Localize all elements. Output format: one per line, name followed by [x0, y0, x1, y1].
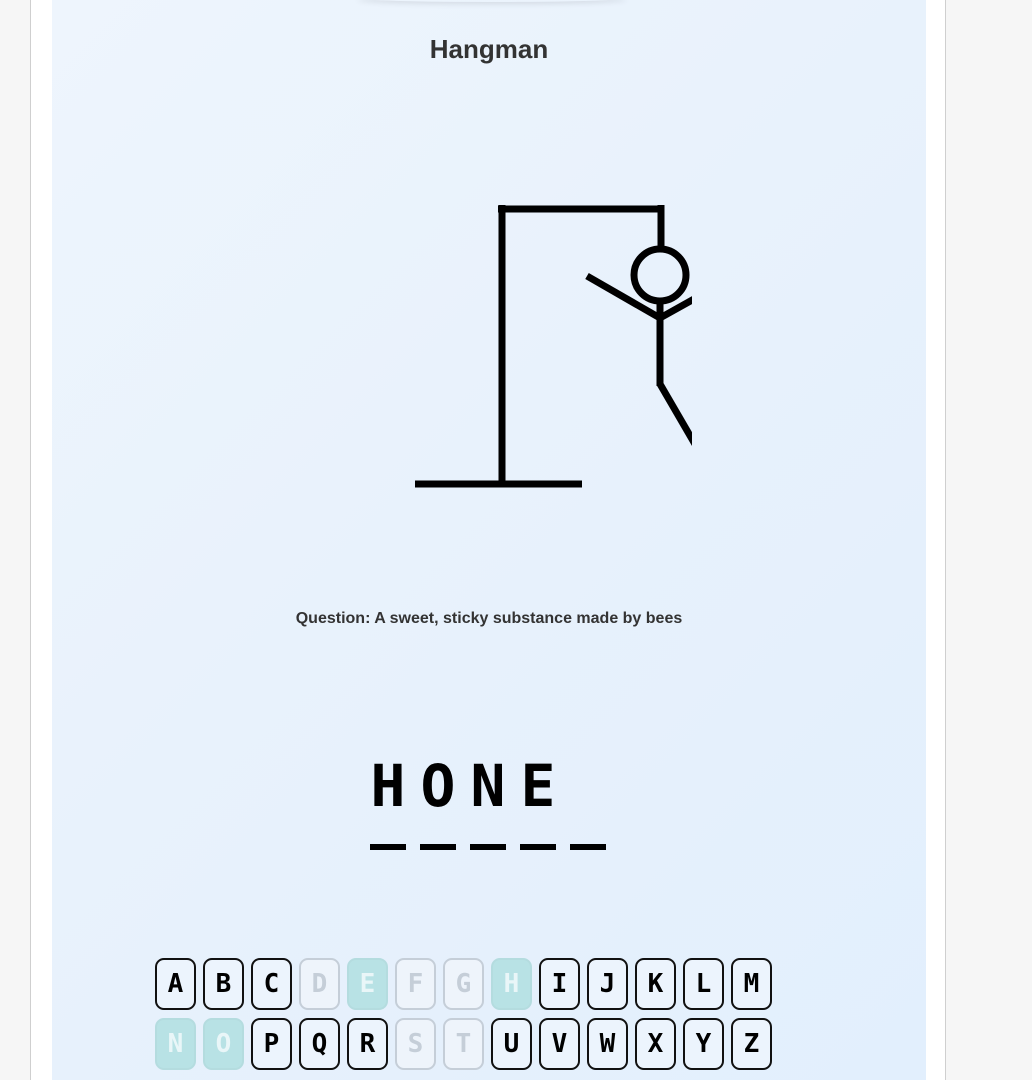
letter-key-q[interactable]: Q: [299, 1018, 340, 1070]
slot-letter: O: [420, 752, 456, 820]
slot-underline: [520, 844, 556, 850]
app-frame: Hangman Question: A sweet, sticky substa…: [30, 0, 946, 1080]
page-title: Hangman: [429, 34, 549, 64]
slot-letter: E: [520, 752, 556, 820]
keyboard-row: NOPQRSTUVWXYZ: [155, 1018, 825, 1070]
letter-key-m[interactable]: M: [731, 958, 772, 1010]
letter-slot: [570, 752, 606, 850]
letter-slot: O: [420, 752, 456, 850]
letter-key-s: S: [395, 1018, 436, 1070]
question-text: Question: A sweet, sticky substance made…: [295, 610, 683, 627]
letter-key-d: D: [299, 958, 340, 1010]
letter-key-e: E: [347, 958, 388, 1010]
header-shadow: [357, 0, 627, 2]
letter-key-j[interactable]: J: [587, 958, 628, 1010]
letter-key-y[interactable]: Y: [683, 1018, 724, 1070]
letter-key-i[interactable]: I: [539, 958, 580, 1010]
letter-key-c[interactable]: C: [251, 958, 292, 1010]
slot-underline: [570, 844, 606, 850]
letter-key-k[interactable]: K: [635, 958, 676, 1010]
word-display: HONE: [370, 752, 606, 850]
letter-slot: E: [520, 752, 556, 850]
letter-key-w[interactable]: W: [587, 1018, 628, 1070]
letter-key-r[interactable]: R: [347, 1018, 388, 1070]
letter-key-b[interactable]: B: [203, 958, 244, 1010]
letter-key-z[interactable]: Z: [731, 1018, 772, 1070]
letter-key-h: H: [491, 958, 532, 1010]
slot-underline: [370, 844, 406, 850]
letter-key-f: F: [395, 958, 436, 1010]
letter-key-n: N: [155, 1018, 196, 1070]
letter-key-a[interactable]: A: [155, 958, 196, 1010]
letter-key-t: T: [443, 1018, 484, 1070]
letter-key-g: G: [443, 958, 484, 1010]
letter-key-p[interactable]: P: [251, 1018, 292, 1070]
letter-key-v[interactable]: V: [539, 1018, 580, 1070]
slot-letter: H: [370, 752, 406, 820]
letter-keyboard: ABCDEFGHIJKLM NOPQRSTUVWXYZ: [155, 958, 825, 1078]
letter-slot: H: [370, 752, 406, 850]
hangman-drawing: [415, 205, 692, 488]
letter-key-u[interactable]: U: [491, 1018, 532, 1070]
game-panel: Hangman Question: A sweet, sticky substa…: [52, 0, 926, 1080]
letter-key-l[interactable]: L: [683, 958, 724, 1010]
figure-right-leg: [656, 382, 692, 447]
figure-head: [630, 245, 690, 305]
slot-underline: [420, 844, 456, 850]
keyboard-row: ABCDEFGHIJKLM: [155, 958, 825, 1010]
letter-key-o: O: [203, 1018, 244, 1070]
slot-underline: [470, 844, 506, 850]
slot-letter: N: [470, 752, 506, 820]
letter-key-x[interactable]: X: [635, 1018, 676, 1070]
letter-slot: N: [470, 752, 506, 850]
